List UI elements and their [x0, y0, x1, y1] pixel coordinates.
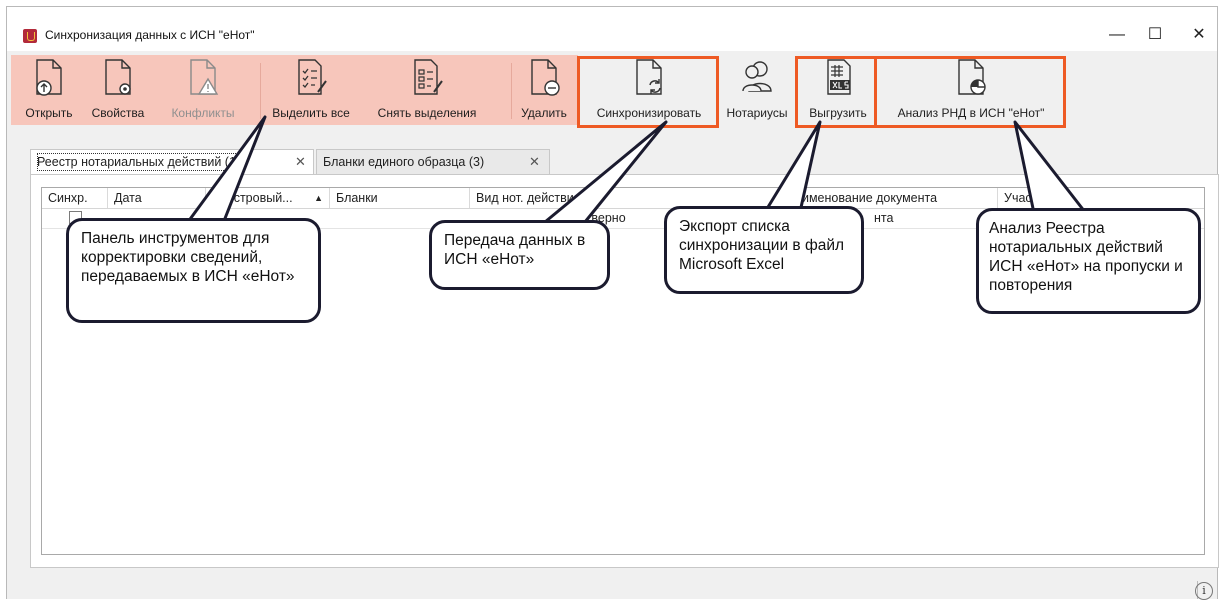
properties-document-icon — [105, 59, 131, 95]
open-document-icon — [36, 59, 62, 96]
sort-ascending-icon: ▲ — [314, 193, 323, 203]
column-header-action-type[interactable]: Вид нот. действия — [470, 188, 780, 208]
select-all-icon — [298, 59, 327, 95]
notaries-people-icon — [742, 61, 772, 92]
callout-toolbar: Панель инструментов для корректировки св… — [66, 218, 321, 323]
toolbar-separator — [260, 63, 261, 119]
callout-sync: Передача данных в ИСН «еНот» — [429, 220, 610, 290]
notaries-label: Нотариусы — [726, 106, 788, 120]
delete-label: Удалить — [521, 106, 567, 120]
column-header-sync[interactable]: Синхр. — [42, 188, 108, 208]
close-button[interactable]: ✕ — [1181, 21, 1217, 49]
open-label: Открыть — [25, 106, 73, 120]
export-highlight-frame — [795, 56, 877, 128]
conflicts-warning-icon — [190, 59, 219, 95]
grid-header: Синхр. Дата Реестровый... ▲ Бланки Вид н… — [42, 188, 1204, 209]
minimize-button[interactable]: — — [1099, 21, 1135, 49]
tab-blanks-label: Бланки единого образца (3) — [323, 155, 485, 169]
toolbar-separator — [511, 63, 512, 119]
column-header-participants[interactable]: Участники — [998, 188, 1206, 208]
callout-analysis: Анализ Реестра нотариальных действий ИСН… — [976, 208, 1201, 314]
title-bar: Синхронизация данных с ИСН "еНот" — ☐ ✕ — [7, 7, 1217, 51]
properties-button[interactable]: Свойства — [85, 55, 151, 125]
column-header-date[interactable]: Дата — [108, 188, 206, 208]
row-document-name: нта — [874, 211, 894, 225]
properties-label: Свойства — [91, 106, 145, 120]
analysis-highlight-frame — [874, 56, 1066, 128]
select-all-label: Выделить все — [272, 106, 350, 120]
open-button[interactable]: Открыть — [15, 55, 83, 125]
conflicts-label: Конфликты — [171, 106, 235, 120]
column-header-registry[interactable]: Реестровый... ▲ — [206, 188, 330, 208]
conflicts-button[interactable]: Конфликты — [153, 55, 253, 125]
deselect-label: Снять выделения — [377, 106, 477, 120]
tab-registry[interactable]: Реестр нотариальных действий (1) ✕ — [30, 149, 314, 176]
delete-document-icon — [531, 59, 560, 96]
window-title: Синхронизация данных с ИСН "еНот" — [45, 28, 255, 42]
column-header-document-name[interactable]: Наименование документа — [780, 188, 998, 208]
deselect-icon — [414, 59, 443, 95]
select-all-button[interactable]: Выделить все — [263, 55, 359, 125]
maximize-button[interactable]: ☐ — [1137, 21, 1173, 49]
toolbar: Открыть Свойства Конфликты Выделить все … — [7, 51, 1217, 129]
tab-blanks[interactable]: Бланки единого образца (3) ✕ — [316, 149, 550, 174]
deselect-button[interactable]: Снять выделения — [361, 55, 493, 125]
tab-registry-label: Реестр нотариальных действий (1) — [37, 153, 241, 171]
column-header-registry-label: Реестровый... — [212, 191, 293, 205]
app-logo-icon — [23, 29, 37, 43]
info-icon[interactable]: i — [1195, 582, 1213, 600]
tab-close-icon[interactable]: ✕ — [295, 150, 306, 174]
notaries-button[interactable]: Нотариусы — [719, 55, 795, 125]
callout-export: Экспорт списка синхронизации в файл Micr… — [664, 206, 864, 294]
tab-close-icon[interactable]: ✕ — [529, 150, 540, 174]
sync-highlight-frame — [577, 56, 719, 128]
column-header-blanks[interactable]: Бланки — [330, 188, 470, 208]
delete-button[interactable]: Удалить — [513, 55, 575, 125]
